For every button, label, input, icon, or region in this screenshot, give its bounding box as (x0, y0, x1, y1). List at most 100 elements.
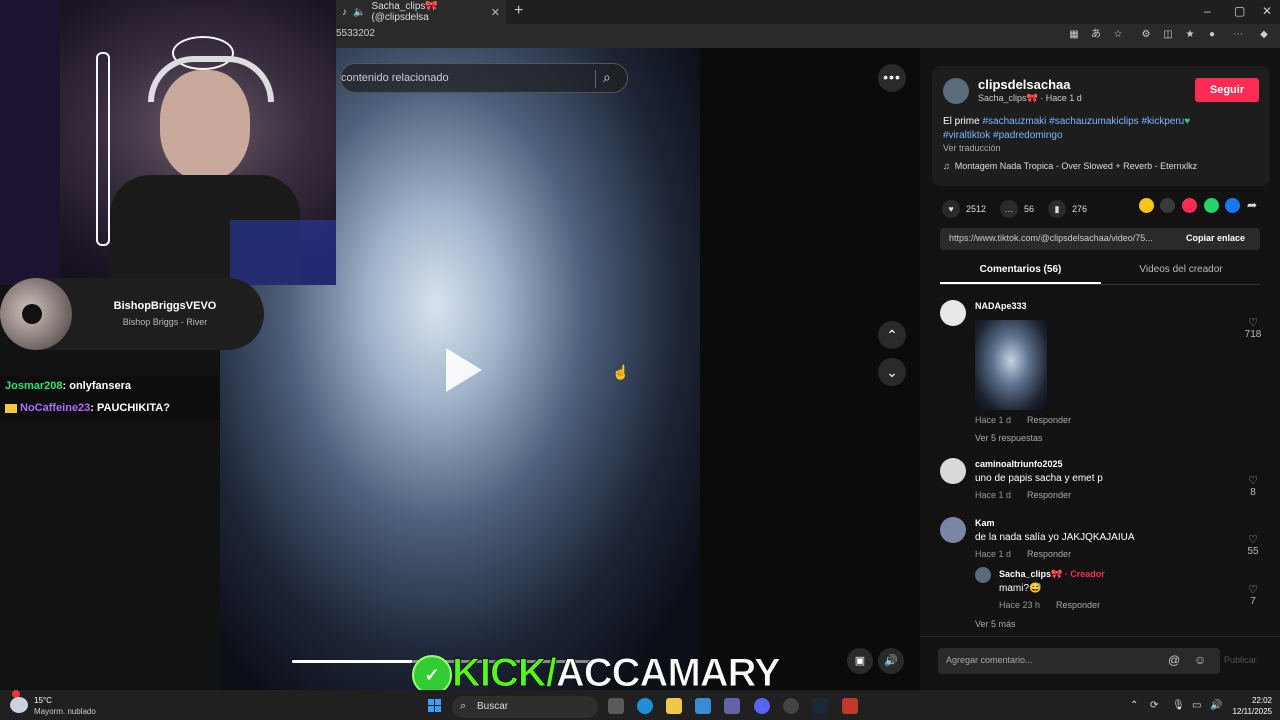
comment-avatar[interactable] (940, 300, 966, 326)
comment-avatar[interactable] (940, 517, 966, 543)
minimize-button[interactable]: – (1204, 4, 1211, 18)
favorite-star-icon[interactable]: ☆ (1112, 29, 1124, 41)
tray-chevron-up-icon[interactable]: ⌃ (1130, 700, 1138, 711)
follow-button[interactable]: Seguir (1195, 78, 1259, 102)
teams-icon[interactable] (724, 698, 740, 714)
related-search-box[interactable]: contenido relacionado ⌕ (340, 63, 628, 93)
favorites-icon[interactable]: ★ (1184, 29, 1196, 41)
task-view-icon[interactable] (608, 698, 624, 714)
comment-input[interactable]: Agregar comentario... (946, 655, 1033, 665)
reply-button[interactable]: Responder (1027, 415, 1071, 425)
bookmark-icon[interactable]: ▮ (1048, 200, 1066, 218)
close-icon[interactable]: ✕ (491, 6, 500, 19)
comment-like[interactable]: ♡ 718 (1243, 316, 1263, 340)
new-tab-button[interactable]: + (514, 2, 523, 20)
heart-outline-icon[interactable]: ♡ (1243, 533, 1263, 546)
weather-temperature[interactable]: 15°C (34, 696, 52, 705)
maximize-button[interactable]: ▢ (1234, 4, 1245, 18)
like-stat[interactable]: ♥ 2512 (942, 200, 986, 218)
comment-image[interactable] (975, 320, 1047, 410)
address-bar[interactable]: 5533202 ▦ あ ☆ ⚙ ◫ ★ ● ⋯ ◆ (336, 24, 1280, 48)
microphone-icon[interactable]: 🎙 (1172, 700, 1185, 711)
view-replies-link[interactable]: Ver 5 respuestas (975, 433, 1043, 443)
obs-icon[interactable] (783, 698, 799, 714)
comment-like[interactable]: ♡ 55 (1243, 533, 1263, 557)
comment-username[interactable]: Kam (975, 518, 995, 528)
comment-like[interactable]: ♡ 8 (1243, 474, 1263, 498)
author-avatar[interactable] (943, 78, 969, 104)
url-text[interactable]: 5533202 (336, 28, 375, 39)
speaker-icon[interactable]: 🔈 (353, 7, 365, 18)
tab-creator-videos[interactable]: Videos del creador (1101, 264, 1261, 275)
windows-start-icon[interactable] (428, 699, 442, 713)
edge-browser-icon[interactable] (637, 698, 653, 714)
view-more-replies-link[interactable]: Ver 5 más (975, 619, 1016, 629)
play-icon[interactable] (446, 348, 482, 392)
translate-link[interactable]: Ver traducción (943, 143, 1001, 153)
steam-icon[interactable] (812, 698, 828, 714)
related-search-input[interactable]: contenido relacionado (341, 72, 449, 84)
search-icon[interactable]: ⌕ (460, 700, 466, 713)
weather-condition[interactable]: Mayorm. nublado (34, 707, 96, 716)
app-icon[interactable]: ▦ (1068, 29, 1080, 41)
profile-avatar[interactable]: ● (1206, 29, 1218, 41)
mention-icon[interactable]: @ (1168, 653, 1180, 667)
store-icon[interactable] (695, 698, 711, 714)
file-explorer-icon[interactable] (666, 698, 682, 714)
copilot-icon[interactable]: ◆ (1258, 29, 1270, 41)
taskbar-search[interactable] (452, 696, 598, 718)
embed-icon[interactable] (1160, 198, 1175, 213)
heart-outline-icon[interactable]: ♡ (1243, 316, 1263, 329)
hashtag[interactable]: #sachauzmaki (982, 116, 1046, 127)
publish-button[interactable]: Publicar (1224, 655, 1257, 665)
next-video-button[interactable]: ⌄ (878, 358, 906, 386)
menu-icon[interactable]: ⋯ (1232, 29, 1244, 41)
reply-button[interactable]: Responder (1027, 549, 1071, 559)
clock-time[interactable]: 22:02 (1228, 696, 1272, 705)
taskbar-search-label[interactable]: Buscar (477, 701, 508, 712)
send-icon[interactable] (1182, 198, 1197, 213)
comment-username[interactable]: NADApe333 (975, 301, 1027, 311)
author-name[interactable]: clipsdelsachaa (978, 77, 1071, 92)
split-screen-icon[interactable]: ◫ (1162, 29, 1174, 41)
app-red-icon[interactable] (842, 698, 858, 714)
hashtag[interactable]: #padredomingo (993, 130, 1063, 141)
whatsapp-icon[interactable] (1204, 198, 1219, 213)
volume-tray-icon[interactable]: 🔊 (1210, 700, 1222, 711)
volume-button[interactable]: 🔊 (878, 648, 904, 674)
reply-avatar[interactable] (975, 567, 991, 583)
hashtag[interactable]: #sachauzumakiclips (1049, 116, 1139, 127)
heart-icon[interactable]: ♥ (942, 200, 960, 218)
facebook-icon[interactable] (1225, 198, 1240, 213)
clock-date[interactable]: 12/11/2025 (1228, 707, 1272, 716)
display-icon[interactable]: ▭ (1192, 700, 1201, 711)
share-link-url[interactable]: https://www.tiktok.com/@clipsdelsachaa/v… (949, 233, 1181, 243)
hashtag[interactable]: #kickperu (1141, 116, 1184, 127)
copy-link-button[interactable]: Copiar enlace (1186, 233, 1245, 243)
comment-icon[interactable]: … (1000, 200, 1018, 218)
close-window-button[interactable]: ✕ (1262, 4, 1272, 18)
weather-cloud-icon[interactable] (10, 697, 28, 713)
translate-icon[interactable]: あ (1090, 29, 1102, 41)
sync-icon[interactable]: ⟳ (1150, 700, 1158, 711)
tab-comments[interactable]: Comentarios (56) (940, 264, 1101, 275)
reply-username-text[interactable]: Sacha_clips🎀 (999, 569, 1062, 579)
comment-username[interactable]: caminoaltriunfo2025 (975, 459, 1063, 469)
post-music[interactable]: ♫ Montagem Nada Tropica - Over Slowed + … (943, 161, 1197, 171)
previous-video-button[interactable]: ⌃ (878, 321, 906, 349)
discord-icon[interactable] (754, 698, 770, 714)
heart-outline-icon[interactable]: ♡ (1243, 474, 1263, 487)
share-coin-icon[interactable] (1139, 198, 1154, 213)
save-stat[interactable]: ▮ 276 (1048, 200, 1087, 218)
reply-button[interactable]: Responder (1056, 600, 1100, 610)
pip-button[interactable]: ▣ (847, 648, 873, 674)
extensions-icon[interactable]: ⚙ (1140, 29, 1152, 41)
search-icon[interactable]: ⌕ (603, 69, 621, 87)
share-arrow-icon[interactable]: ➦ (1247, 198, 1257, 212)
comment-avatar[interactable] (940, 458, 966, 484)
heart-outline-icon[interactable]: ♡ (1243, 583, 1263, 596)
hashtag[interactable]: #viraltiktok (943, 130, 990, 141)
reply-button[interactable]: Responder (1027, 490, 1071, 500)
emoji-icon[interactable]: ☺ (1194, 653, 1206, 667)
more-options-button[interactable]: ••• (878, 64, 906, 92)
